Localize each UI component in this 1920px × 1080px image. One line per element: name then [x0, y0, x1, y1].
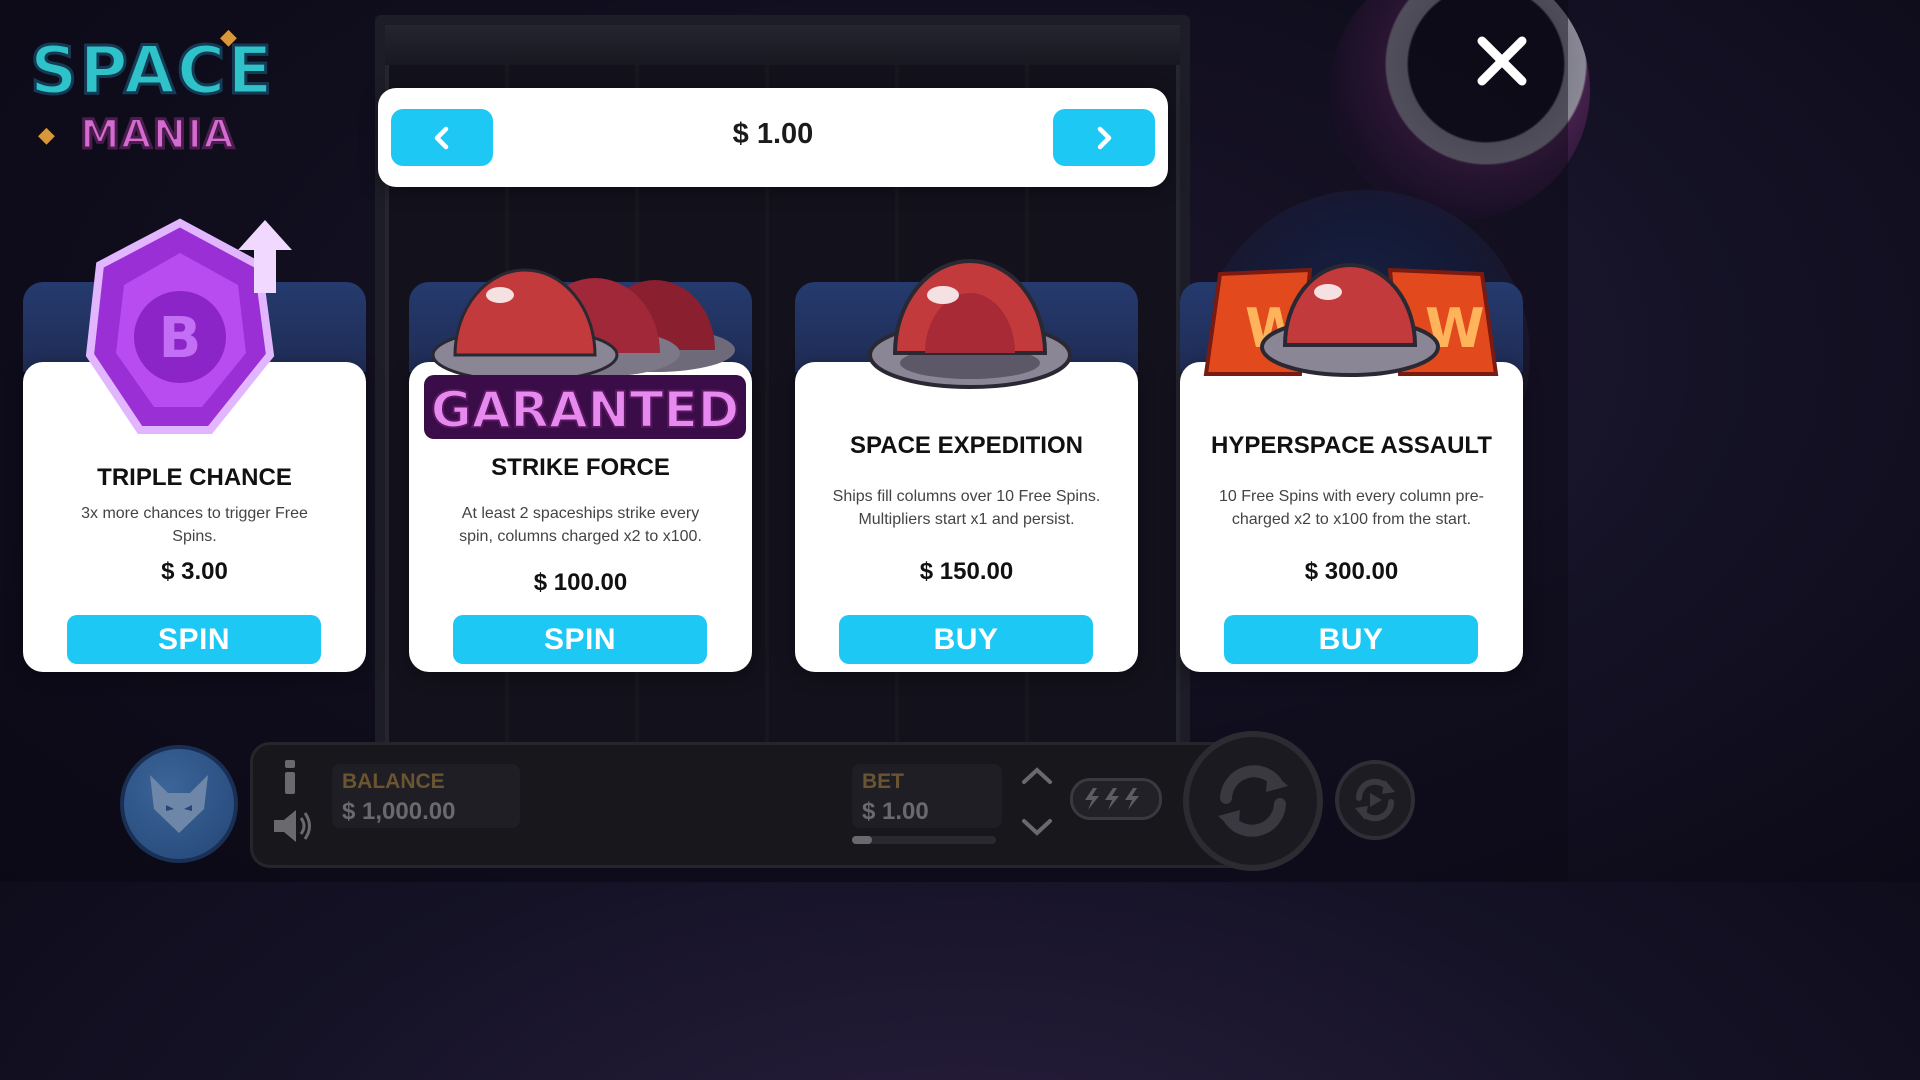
lightning-icon: [1085, 788, 1139, 810]
refresh-icon: [1218, 765, 1288, 837]
logo-word-space: SPACE: [28, 31, 275, 111]
autoplay-icon: [1355, 778, 1395, 822]
card-title: TRIPLE CHANCE: [97, 464, 292, 491]
feature-card-space-expedition: SPACE EXPEDITION Ships fill columns over…: [795, 362, 1138, 672]
bet-value: $ 1.00: [862, 798, 929, 825]
svg-text:B: B: [159, 306, 202, 371]
card-description: At least 2 spaceships strike every spin,…: [459, 505, 702, 545]
card-title: HYPERSPACE ASSAULT: [1211, 432, 1492, 459]
sound-icon[interactable]: [272, 808, 314, 844]
balance-label: BALANCE: [342, 770, 445, 793]
bet-level-bar: [852, 836, 996, 844]
card-description: 3x more chances to trigger Free Spins.: [81, 505, 308, 545]
card-price: $ 100.00: [533, 569, 628, 596]
spin-button[interactable]: [1183, 731, 1323, 871]
fox-icon: [150, 775, 208, 833]
bet-amount: $ 1.00: [732, 118, 814, 150]
star-icon: ◆: [220, 24, 237, 49]
bet-increase-button[interactable]: [1053, 109, 1155, 166]
card-price: $ 150.00: [919, 558, 1014, 585]
bet-display: BET $ 1.00: [852, 764, 1002, 828]
logo-word-mania: MANIA: [78, 111, 236, 160]
chevron-down-icon: [1022, 819, 1052, 836]
star-icon: ◆: [38, 122, 55, 147]
card-title: SPACE EXPEDITION: [850, 432, 1083, 459]
menu-button[interactable]: [120, 745, 238, 863]
close-icon: [1477, 36, 1527, 86]
chevron-right-icon: [1097, 126, 1112, 149]
feature-card-hyperspace-assault: HYPERSPACE ASSAULT 10 Free Spins with ev…: [1180, 362, 1523, 672]
card-price: $ 300.00: [1304, 558, 1399, 585]
spaceship-wild-icon: W W: [1203, 263, 1499, 377]
bonus-badge-icon: B: [85, 218, 292, 434]
balance-value: $ 1,000.00: [342, 798, 456, 825]
card-description: 10 Free Spins with every column pre-char…: [1219, 488, 1484, 528]
spin-strike-force-button[interactable]: SPIN: [453, 615, 707, 664]
card-title: STRIKE FORCE: [491, 454, 670, 481]
bet-up-button[interactable]: [1012, 764, 1052, 786]
bet-level-fill: [852, 836, 873, 844]
game-logo: SPACE MANIA ◆ ◆: [28, 24, 290, 162]
spin-triple-chance-button[interactable]: SPIN: [67, 615, 321, 664]
buy-space-expedition-button[interactable]: BUY: [839, 615, 1093, 664]
card-description: Ships fill columns over 10 Free Spins. M…: [832, 488, 1101, 528]
bet-label: BET: [862, 770, 904, 793]
bet-selector: $ 1.00: [378, 88, 1168, 187]
card-price: $ 3.00: [161, 558, 228, 585]
turbo-button[interactable]: [1070, 778, 1162, 820]
buy-hyperspace-assault-button[interactable]: BUY: [1224, 615, 1478, 664]
balance-display: BALANCE $ 1,000.00: [332, 764, 520, 828]
bet-down-button[interactable]: [1012, 815, 1052, 837]
autoplay-button[interactable]: [1335, 760, 1415, 840]
chevron-up-icon: [1022, 767, 1052, 784]
close-button[interactable]: [1462, 26, 1530, 94]
triple-spaceship-icon: GARANTED: [424, 268, 746, 440]
info-icon[interactable]: [283, 760, 297, 794]
spaceship-icon: [868, 259, 1072, 389]
guaranteed-badge-text: GARANTED: [431, 381, 740, 439]
